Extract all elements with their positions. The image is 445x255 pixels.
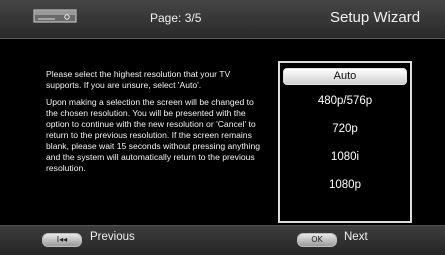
instructions-text: Please select the highest resolution tha… — [46, 69, 264, 180]
header-bar: Page: 3/5 Setup Wizard — [0, 0, 445, 39]
resolution-option-auto[interactable]: Auto — [283, 68, 407, 85]
resolution-option-720p[interactable]: 720p — [280, 123, 410, 135]
previous-button-label[interactable]: Previous — [90, 231, 135, 243]
next-button-label[interactable]: Next — [344, 231, 368, 243]
footer-bar: I◂◂ Previous OK Next — [0, 225, 445, 255]
wizard-content: Please select the highest resolution tha… — [0, 39, 445, 225]
instructions-paragraph: Upon making a selection the screen will … — [46, 97, 261, 173]
resolution-list: Auto 480p/576p 720p 1080i 1080p — [278, 61, 412, 223]
page-title: Setup Wizard — [330, 9, 421, 26]
resolution-option-480p-576p[interactable]: 480p/576p — [280, 95, 410, 107]
resolution-option-1080p[interactable]: 1080p — [280, 179, 410, 191]
page-indicator: Page: 3/5 — [150, 11, 202, 25]
set-top-box-icon — [33, 9, 77, 23]
resolution-option-1080i[interactable]: 1080i — [280, 151, 410, 163]
instructions-paragraph: Please select the highest resolution tha… — [46, 69, 231, 90]
previous-key-icon[interactable]: I◂◂ — [42, 233, 82, 247]
ok-key-icon[interactable]: OK — [297, 233, 337, 247]
